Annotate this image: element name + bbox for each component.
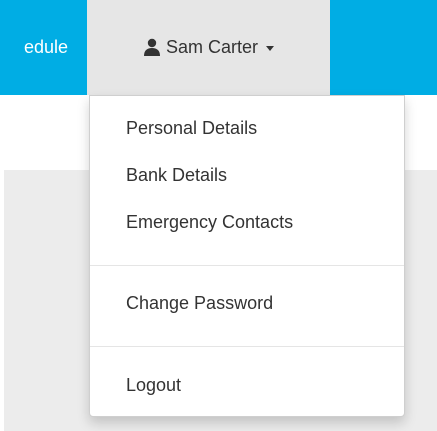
menu-divider xyxy=(90,346,404,347)
user-icon xyxy=(143,38,161,56)
menu-item-personal-details[interactable]: Personal Details xyxy=(90,110,404,146)
menu-item-change-password[interactable]: Change Password xyxy=(90,285,404,321)
menu-item-logout[interactable]: Logout xyxy=(90,367,404,403)
user-menu-toggle[interactable]: Sam Carter xyxy=(87,0,330,95)
top-navbar: edule Sam Carter xyxy=(0,0,437,95)
page: edule Sam Carter Personal Details Bank D… xyxy=(0,0,437,431)
menu-item-label: Personal Details xyxy=(126,117,258,138)
user-menu-label: Sam Carter xyxy=(165,37,259,57)
menu-item-emergency-contacts[interactable]: Emergency Contacts xyxy=(90,204,404,240)
menu-item-bank-details[interactable]: Bank Details xyxy=(90,157,404,193)
menu-item-label: Change Password xyxy=(126,292,274,313)
user-dropdown-menu: Personal Details Bank Details Emergency … xyxy=(89,95,405,417)
nav-link-schedule-label: edule xyxy=(23,37,68,57)
caret-down-icon xyxy=(266,46,275,51)
menu-item-label: Bank Details xyxy=(126,164,228,185)
menu-item-label: Emergency Contacts xyxy=(126,211,294,232)
menu-item-label: Logout xyxy=(126,374,182,395)
nav-link-schedule[interactable]: edule xyxy=(0,0,87,95)
menu-divider xyxy=(90,265,404,266)
